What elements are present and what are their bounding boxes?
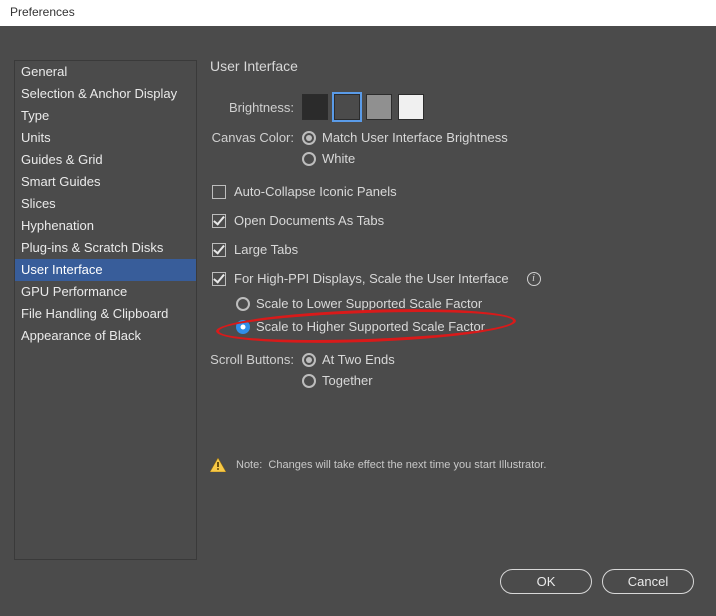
checkbox-open-as-tabs[interactable]: Open Documents As Tabs [212,213,705,228]
scroll-two-ends-radio[interactable]: At Two Ends [302,352,395,367]
sidebar-item-appearance-black[interactable]: Appearance of Black [15,325,196,347]
radio-icon [236,320,250,334]
sidebar-item-plugins-scratch[interactable]: Plug-ins & Scratch Disks [15,237,196,259]
sidebar-item-user-interface[interactable]: User Interface [15,259,196,281]
cancel-button[interactable]: Cancel [602,569,694,594]
sidebar-item-slices[interactable]: Slices [15,193,196,215]
brightness-swatch-medium-dark[interactable] [334,94,360,120]
sidebar-item-file-handling[interactable]: File Handling & Clipboard [15,303,196,325]
radio-icon [302,353,316,367]
checkbox-icon [212,272,226,286]
brightness-swatch-light[interactable] [398,94,424,120]
scroll-together-radio[interactable]: Together [302,373,395,388]
checkbox-icon [212,185,226,199]
ok-button[interactable]: OK [500,569,592,594]
brightness-swatch-medium-light[interactable] [366,94,392,120]
sidebar-item-smart-guides[interactable]: Smart Guides [15,171,196,193]
sidebar-item-guides-grid[interactable]: Guides & Grid [15,149,196,171]
radio-icon [302,374,316,388]
warning-icon [210,458,226,472]
note-text: Note: Changes will take effect the next … [236,459,546,471]
scroll-buttons-row: Scroll Buttons: At Two Ends Together [210,352,705,388]
brightness-swatch-dark[interactable] [302,94,328,120]
scale-higher-radio[interactable]: Scale to Higher Supported Scale Factor [236,319,705,334]
checkbox-auto-collapse[interactable]: Auto-Collapse Iconic Panels [212,184,705,199]
note-row: Note: Changes will take effect the next … [210,458,705,472]
brightness-row: Brightness: [210,94,705,120]
settings-panel: User Interface Brightness: Canvas Color:… [210,58,705,472]
category-sidebar: General Selection & Anchor Display Type … [14,60,197,560]
checkbox-icon [212,214,226,228]
dialog-buttons: OK Cancel [500,569,694,594]
checkbox-high-ppi-scale[interactable]: For High-PPI Displays, Scale the User In… [212,271,705,286]
canvas-color-match[interactable]: Match User Interface Brightness [302,130,508,145]
checkbox-large-tabs[interactable]: Large Tabs [212,242,705,257]
sidebar-item-gpu-performance[interactable]: GPU Performance [15,281,196,303]
window-title: Preferences [10,5,75,19]
checkbox-icon [212,243,226,257]
sidebar-item-units[interactable]: Units [15,127,196,149]
brightness-swatches [302,94,424,120]
brightness-label: Brightness: [210,100,294,115]
radio-icon [302,152,316,166]
canvas-color-label: Canvas Color: [210,130,294,145]
window-titlebar: Preferences [0,0,716,26]
sidebar-item-hyphenation[interactable]: Hyphenation [15,215,196,237]
canvas-color-row: Canvas Color: Match User Interface Brigh… [210,130,705,166]
panel-title: User Interface [210,58,705,74]
radio-icon [236,297,250,311]
scale-lower-radio[interactable]: Scale to Lower Supported Scale Factor [236,296,705,311]
info-icon[interactable]: i [527,272,541,286]
sidebar-item-general[interactable]: General [15,61,196,83]
radio-icon [302,131,316,145]
preferences-dialog: General Selection & Anchor Display Type … [0,26,716,616]
canvas-color-white[interactable]: White [302,151,508,166]
scroll-buttons-label: Scroll Buttons: [210,352,294,367]
sidebar-item-selection-anchor[interactable]: Selection & Anchor Display [15,83,196,105]
sidebar-item-type[interactable]: Type [15,105,196,127]
